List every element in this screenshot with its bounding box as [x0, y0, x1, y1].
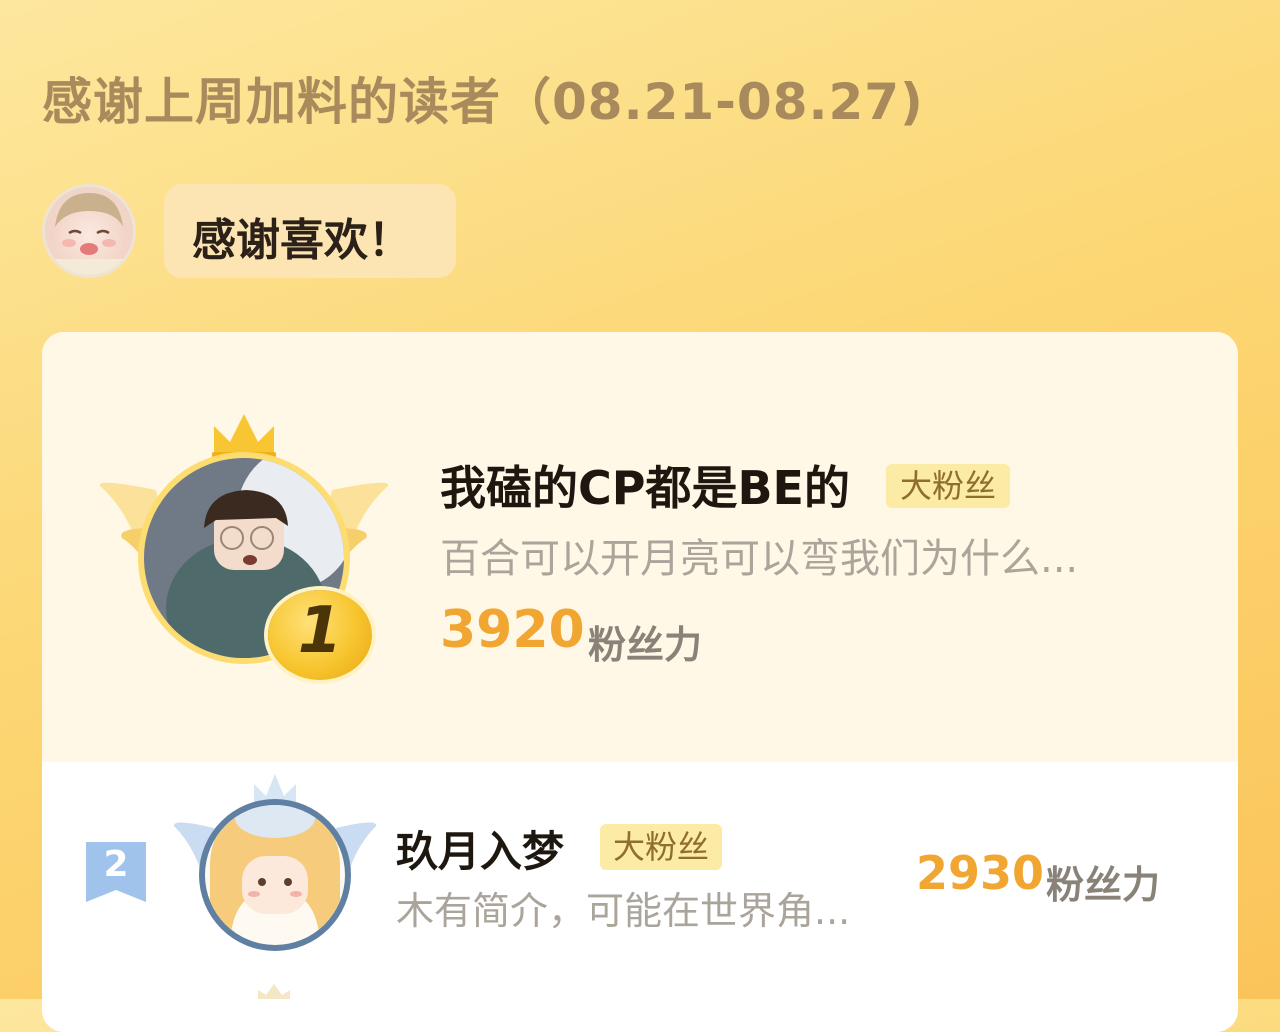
rank-2-fan-badge: 大粉丝: [600, 824, 722, 870]
rank-1-fan-badge: 大粉丝: [886, 464, 1010, 508]
author-avatar[interactable]: [42, 184, 136, 278]
rank-1-number: 1: [297, 594, 343, 668]
rank-1-score: 3920: [440, 600, 585, 660]
page-title: 感谢上周加料的读者（08.21-08.27): [42, 73, 924, 131]
rank-2-bio: 木有简介，可能在世界角...: [396, 889, 851, 933]
rank-1-bio: 百合可以开月亮可以弯我们为什么...: [440, 536, 1079, 582]
rank-2-score: 2930: [916, 846, 1045, 900]
rank-3-crown-icon: [258, 984, 290, 999]
rank-1-score-unit: 粉丝力: [588, 623, 703, 667]
speech-bubble: 感谢喜欢！: [164, 184, 456, 278]
rank-2-score-unit: 粉丝力: [1046, 863, 1161, 907]
rank-2-flag: 2: [86, 842, 146, 902]
rank-2-username[interactable]: 玖月入梦: [396, 818, 564, 879]
speech-bubble-text: 感谢喜欢！: [192, 215, 412, 266]
rank-1-username[interactable]: 我磕的CP都是BE的: [440, 452, 850, 518]
rank-1-medal: 1: [268, 590, 372, 680]
rank-2-avatar-frame: [173, 774, 377, 951]
rank-2-number: 2: [103, 844, 129, 885]
author-avatar-icon: [45, 193, 133, 275]
